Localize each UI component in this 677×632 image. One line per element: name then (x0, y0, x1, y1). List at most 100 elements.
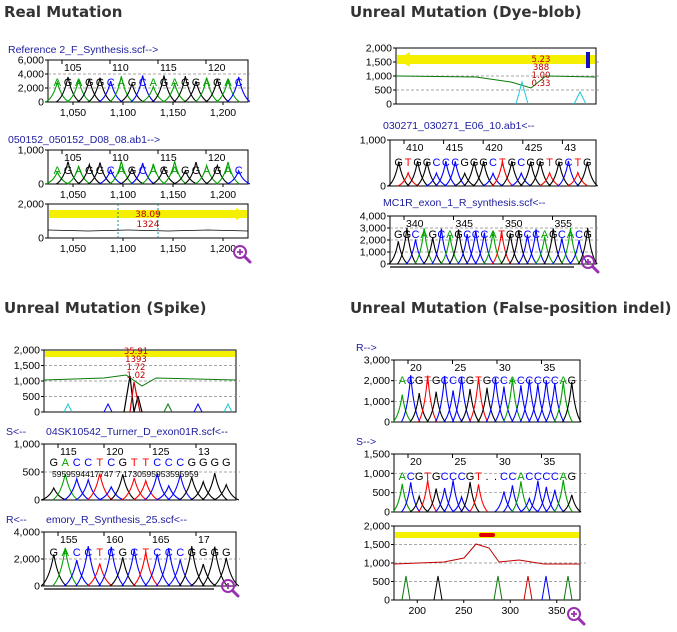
y-tick-label: 1,000 (14, 376, 40, 388)
base-call: G (466, 375, 475, 387)
base-call: C (139, 165, 147, 177)
y-tick-label: 0 (384, 595, 390, 607)
trace-peak (454, 171, 476, 187)
trace-peak (213, 483, 240, 501)
reference-chromatogram: 3,0002,0001,000020 25 30 35A C G T G C C C G T G C C A C C… (364, 356, 586, 428)
base-call: C (558, 229, 566, 241)
sample-trace-label[interactable]: 030271_030271_E06_10.ab1<-- (383, 120, 535, 132)
base-call: G (526, 157, 535, 169)
base-call: A (150, 165, 158, 177)
y-tick-label: 2,000 (366, 43, 392, 55)
base-call: A (489, 229, 497, 241)
base-call: T (475, 471, 482, 483)
position-label: 17 (198, 534, 210, 546)
base-call: G (213, 165, 222, 177)
base-call: A (517, 471, 525, 483)
base-call: G (181, 165, 190, 177)
base-call: G (118, 547, 127, 559)
y-tick-label: 2,000 (360, 235, 386, 247)
trace-peak (523, 575, 533, 601)
position-label: 25 (455, 456, 467, 468)
base-call: T (405, 157, 412, 169)
y-tick-label: 3,000 (360, 223, 386, 235)
position-label: 110 (112, 152, 129, 164)
base-call: C (517, 375, 525, 387)
position-label: 120 (208, 62, 226, 74)
sample-trace-label[interactable]: 050152_050152_D08_08.ab1--> (8, 134, 160, 146)
base-call: G (394, 157, 403, 169)
reference-trace-label[interactable]: emory_R_Synthesis_25.scf<-- (46, 514, 187, 526)
base-call: A (75, 77, 83, 89)
trace-peak (397, 171, 419, 187)
y-tick-label: 0 (38, 233, 44, 245)
base-call: C (412, 229, 420, 241)
reference-trace-label[interactable]: Reference 2_F_Synthesis.scf--> (8, 44, 158, 56)
base-call: G (192, 165, 201, 177)
base-call: C (451, 157, 459, 169)
base-call: G (567, 375, 576, 387)
base-call: G (199, 457, 208, 469)
sample-chromatogram: 1,0005000115 120 125 13G A C C T C G T T C C C G G G G5959… (14, 440, 240, 504)
base-call: G (64, 77, 73, 89)
base-call: C (449, 375, 457, 387)
base-call: A (567, 229, 575, 241)
x-tick-label: 1,200 (210, 107, 236, 119)
position-label: 30 (499, 456, 511, 468)
green-trace (395, 75, 597, 89)
reference-trace-label[interactable]: MC1R_exon_1_R_synthesis.scf<-- (383, 197, 546, 209)
reference-strand-marker[interactable]: R--> (356, 342, 377, 354)
trace-peak (482, 171, 504, 187)
base-call: C (432, 157, 440, 169)
base-call: G (413, 157, 422, 169)
y-tick-label: 1,500 (14, 360, 40, 372)
sample-strand-marker: S<-- (6, 426, 27, 438)
base-call: C (165, 457, 173, 469)
base-call: G (415, 375, 424, 387)
trace-peak (400, 482, 421, 513)
base-call: C (153, 457, 161, 469)
base-call: A (75, 165, 83, 177)
zoom-in-icon[interactable] (566, 606, 586, 626)
trace-peak (98, 485, 125, 501)
base-call: G (506, 229, 515, 241)
base-call: G (508, 157, 517, 169)
trace-peak (190, 563, 217, 587)
base-call: C (442, 157, 450, 169)
y-tick-label: 500 (374, 85, 392, 97)
y-tick-label: 1,000 (360, 136, 386, 147)
base-call: C (575, 229, 583, 241)
y-tick-label: 2,000 (14, 345, 40, 357)
base-call: A (54, 77, 62, 89)
position-label: 105 (64, 152, 82, 164)
base-call: C (176, 547, 184, 559)
sample-strand-marker[interactable]: S--> (356, 436, 376, 448)
y-tick-label: 2,000 (364, 521, 390, 533)
base-call: G (583, 157, 592, 169)
base-call: A (541, 229, 549, 241)
base-call: C (532, 229, 540, 241)
base-call: C (73, 457, 81, 469)
base-call: A (118, 77, 126, 89)
noise-peak (223, 402, 233, 413)
position-label: 160 (106, 534, 124, 546)
trace-peak (545, 382, 565, 423)
zoom-in-icon[interactable] (580, 254, 600, 274)
noise-peak (193, 402, 203, 413)
sample-chromatogram: 1,0000105 110 115 120A G A G G C A G C A G A G G A G A C1,05… (18, 146, 250, 201)
sample-trace-label[interactable]: 04SK10542_Turner_D_exon01R.scf<-- (46, 426, 228, 438)
base-call: G (222, 547, 231, 559)
sample-chromatogram: 1,0000410 415 420 425 43G T G G C C C G G G C T G C G G T G C T… (360, 136, 599, 190)
y-tick-label: 0 (386, 99, 392, 111)
y-tick-label: 3,000 (364, 356, 390, 367)
blob-peak (573, 90, 587, 105)
base-call: C (449, 471, 457, 483)
base-call: G (118, 457, 127, 469)
zoom-in-icon[interactable] (220, 578, 240, 598)
base-call: A (446, 229, 454, 241)
zoom-in-icon[interactable] (232, 244, 252, 264)
trace-peak (468, 484, 489, 513)
x-tick-label: 1,150 (160, 107, 186, 119)
base-call: T (499, 157, 506, 169)
base-call: A (224, 77, 232, 89)
base-call: G (460, 157, 469, 169)
